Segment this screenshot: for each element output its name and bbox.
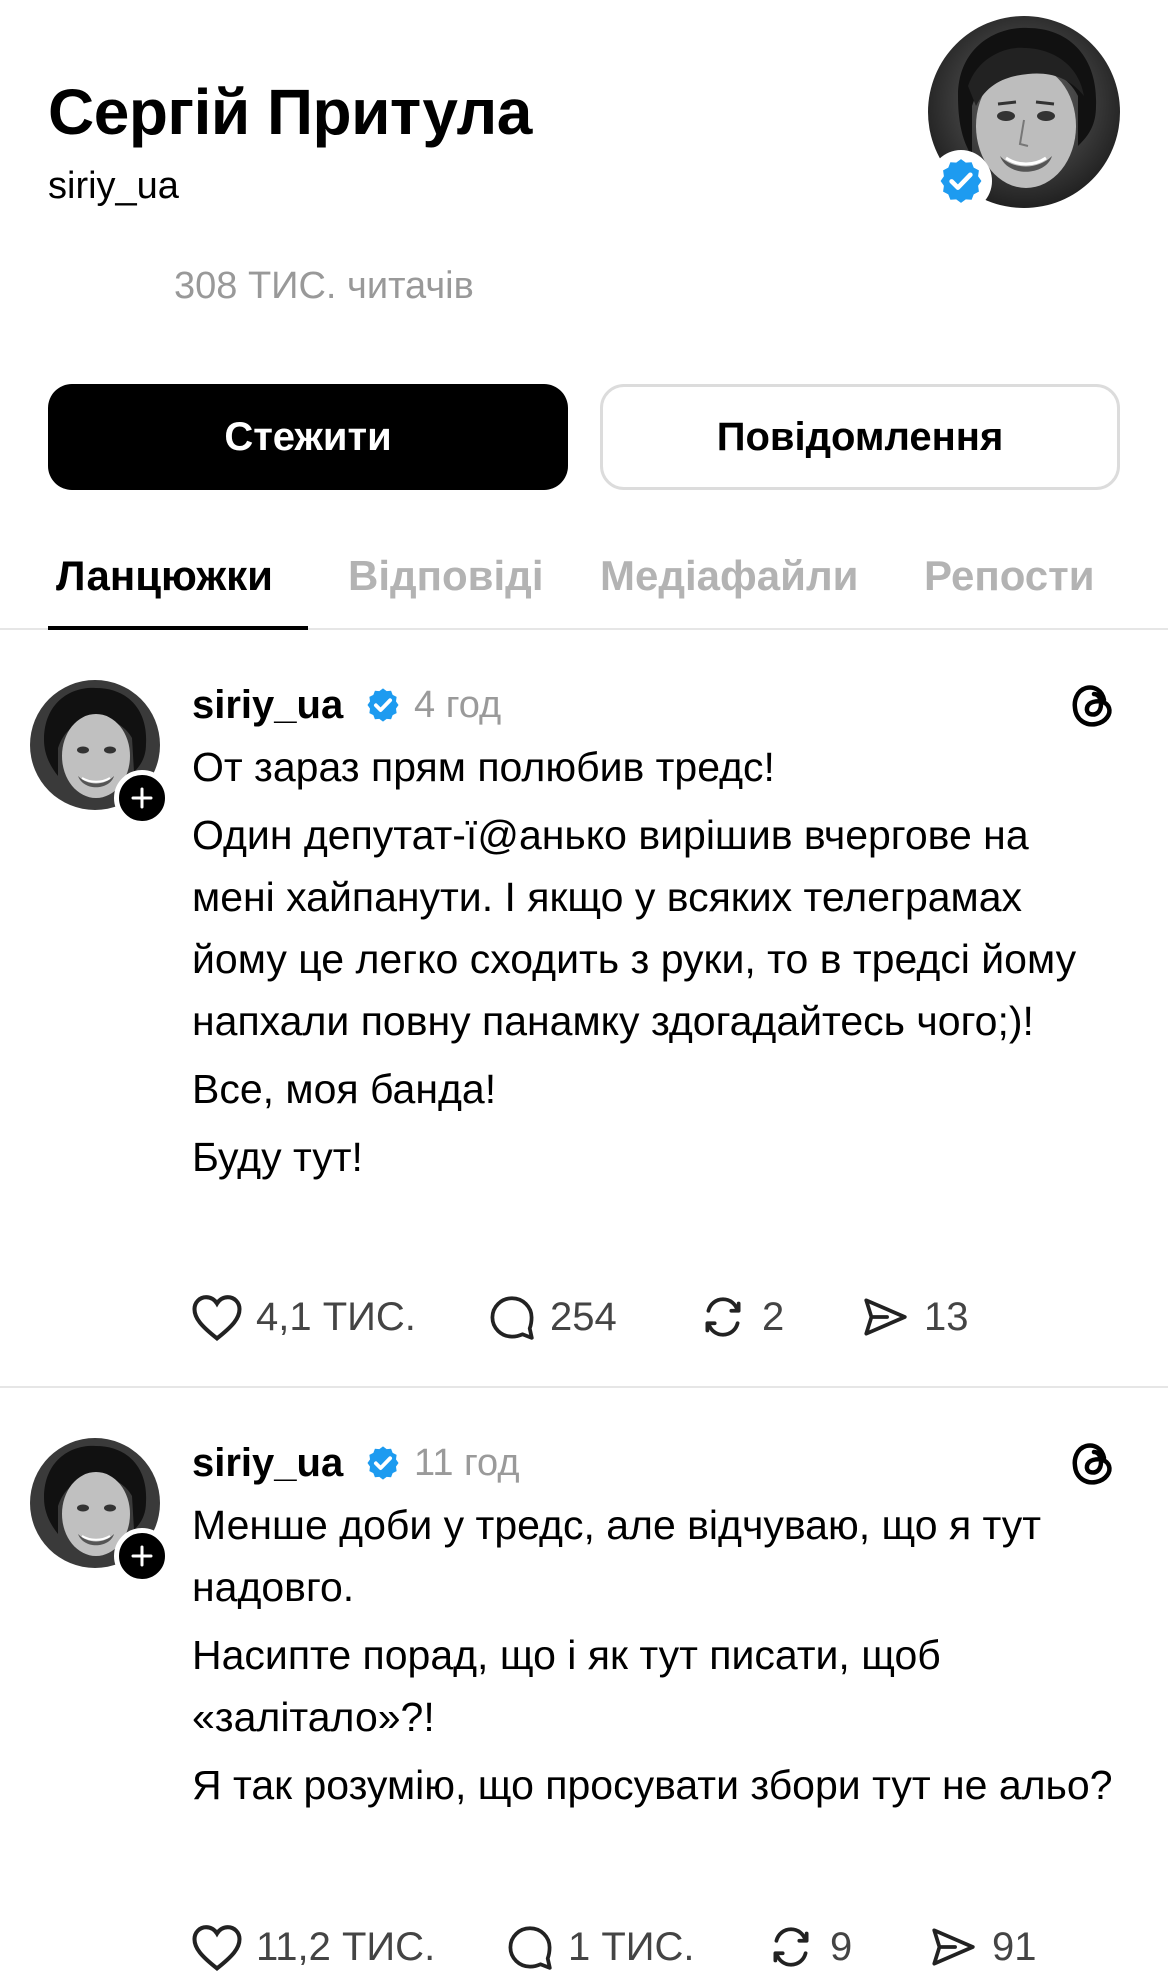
- heart-icon: [192, 1925, 242, 1971]
- like-count: 4,1 ТИС.: [256, 1294, 416, 1339]
- repost-button[interactable]: 2: [696, 1292, 784, 1342]
- post-author[interactable]: siriy_ua: [192, 680, 343, 730]
- post-time: 4 год: [414, 684, 502, 726]
- post-paragraph: Менше доби у тредс, але відчуваю, що я т…: [192, 1502, 1042, 1610]
- share-button[interactable]: 91: [926, 1922, 1037, 1972]
- post-paragraph: От зараз прям полюбив тредс!: [192, 744, 775, 790]
- like-count: 11,2 ТИС.: [256, 1924, 436, 1969]
- tab-threads[interactable]: Ланцюжки: [56, 550, 273, 602]
- repost-icon: [773, 1927, 809, 1967]
- profile-tabs: Ланцюжки Відповіді Медіафайли Репости: [0, 540, 1168, 630]
- verified-badge-icon: [364, 1444, 402, 1482]
- post-paragraph: Один депутат-ї@анько вирішив вчергове на…: [192, 812, 1077, 1044]
- heart-icon: [192, 1295, 242, 1341]
- profile-handle: siriy_ua: [48, 165, 179, 207]
- tab-media[interactable]: Медіафайли: [600, 550, 858, 602]
- repost-count: 9: [830, 1924, 853, 1969]
- reply-count: 254: [550, 1294, 617, 1339]
- follow-plus-icon[interactable]: [114, 770, 170, 826]
- message-button[interactable]: Повідомлення: [600, 384, 1120, 490]
- post-body: От зараз прям полюбив тредс! Один депута…: [192, 736, 1122, 1194]
- comment-icon: [490, 1296, 534, 1340]
- repost-count: 2: [762, 1294, 785, 1339]
- profile-name: Сергій Притула: [48, 76, 532, 148]
- repost-button[interactable]: 9: [764, 1922, 852, 1972]
- reply-button[interactable]: 254: [486, 1292, 617, 1342]
- tab-reposts[interactable]: Репости: [924, 550, 1095, 602]
- post-divider: [0, 1386, 1168, 1388]
- share-count: 13: [924, 1294, 969, 1339]
- post-author[interactable]: siriy_ua: [192, 1438, 343, 1488]
- threads-logo-icon[interactable]: [1068, 680, 1118, 730]
- follow-plus-icon[interactable]: [114, 1528, 170, 1584]
- post-body: Менше доби у тредс, але відчуваю, що я т…: [192, 1494, 1122, 1822]
- reply-button[interactable]: 1 ТИС.: [504, 1922, 695, 1972]
- share-count: 91: [992, 1924, 1037, 1969]
- verified-badge-icon: [930, 150, 992, 212]
- verified-badge-icon: [364, 686, 402, 724]
- active-tab-indicator: [48, 626, 308, 630]
- follow-button[interactable]: Стежити: [48, 384, 568, 490]
- threads-logo-icon[interactable]: [1068, 1438, 1118, 1488]
- like-button[interactable]: 4,1 ТИС.: [190, 1292, 416, 1342]
- followers-count[interactable]: 308 ТИС. читачів: [174, 262, 474, 310]
- reply-count: 1 ТИС.: [568, 1924, 695, 1969]
- like-button[interactable]: 11,2 ТИС.: [190, 1922, 435, 1972]
- send-icon: [932, 1928, 975, 1966]
- post-paragraph: Буду тут!: [192, 1134, 363, 1180]
- post-time: 11 год: [414, 1442, 520, 1484]
- comment-icon: [508, 1926, 552, 1970]
- profile-header: Сергій Притула siriy_ua: [0, 0, 1168, 260]
- share-button[interactable]: 13: [858, 1292, 969, 1342]
- tab-replies[interactable]: Відповіді: [348, 550, 544, 602]
- send-icon: [864, 1298, 907, 1336]
- post-paragraph: Все, моя банда!: [192, 1066, 497, 1112]
- repost-icon: [705, 1297, 741, 1337]
- post-paragraph: Насипте порад, що і як тут писати, щоб «…: [192, 1632, 941, 1740]
- post-paragraph: Я так розумію, що просувати збори тут не…: [192, 1762, 1113, 1808]
